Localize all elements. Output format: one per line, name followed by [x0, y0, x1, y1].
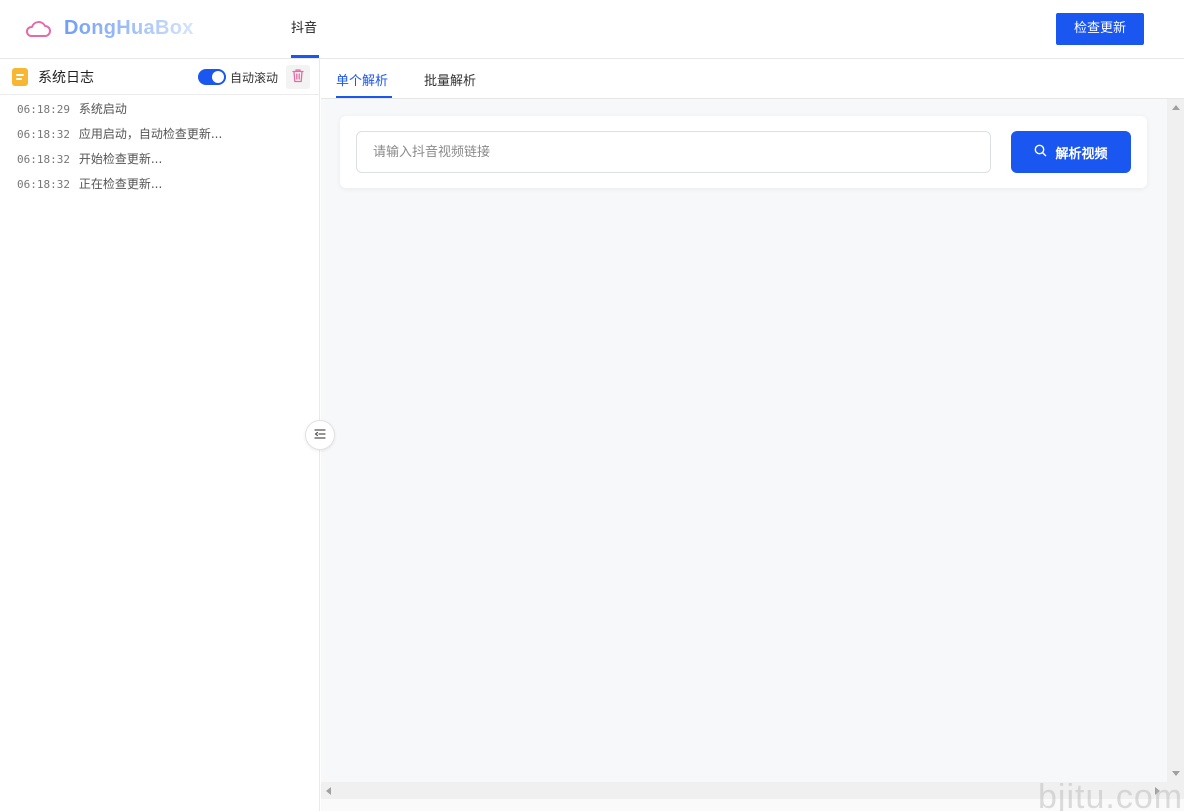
tab-batch-parse[interactable]: 批量解析	[424, 70, 476, 89]
tab-single-parse[interactable]: 单个解析	[336, 70, 388, 89]
log-message: 开始检查更新...	[78, 152, 163, 166]
collapse-panel-button[interactable]	[305, 420, 335, 450]
search-icon	[1034, 144, 1055, 161]
log-time: 06:18:32	[17, 178, 70, 191]
check-update-button[interactable]: 检查更新	[1056, 13, 1144, 45]
cloud-icon	[25, 19, 51, 39]
log-time: 06:18:32	[17, 128, 70, 141]
parse-card: 解析视频	[340, 116, 1147, 188]
scroll-down-arrow[interactable]	[1172, 771, 1180, 776]
log-time: 06:18:32	[17, 153, 70, 166]
parse-video-button[interactable]: 解析视频	[1011, 131, 1131, 173]
auto-scroll-toggle[interactable]	[198, 69, 226, 85]
log-entry: 06:18:32 应用启动，自动检查更新...	[0, 124, 320, 149]
scroll-left-arrow[interactable]	[326, 787, 331, 795]
main-content: 单个解析 批量解析 解析视频	[321, 59, 1184, 811]
log-entry: 06:18:29 系统启动	[0, 99, 320, 124]
log-entry: 06:18:32 正在检查更新...	[0, 174, 320, 199]
collapse-left-icon	[314, 428, 326, 443]
log-list: 06:18:29 系统启动 06:18:32 应用启动，自动检查更新... 06…	[0, 99, 320, 199]
sub-tabs: 单个解析 批量解析	[321, 59, 1184, 99]
tab-indicator	[336, 96, 392, 98]
auto-scroll-label: 自动滚动	[230, 71, 279, 85]
app-header: DongHuaBox 抖音 检查更新	[0, 0, 1184, 59]
log-message: 系统启动	[78, 102, 127, 116]
parse-video-label: 解析视频	[1055, 146, 1108, 162]
log-time: 06:18:29	[17, 103, 70, 116]
scroll-up-arrow[interactable]	[1172, 105, 1180, 110]
log-title: 系统日志	[38, 70, 94, 86]
logo-text: DongHuaBox	[64, 17, 194, 39]
nav-tab-indicator	[291, 55, 319, 58]
document-icon	[12, 68, 28, 86]
trash-icon	[291, 68, 305, 87]
watermark: bjitu.com	[1038, 778, 1184, 811]
vertical-scrollbar[interactable]	[1167, 99, 1184, 782]
video-url-input[interactable]	[356, 131, 991, 173]
clear-log-button[interactable]	[286, 65, 310, 89]
log-message: 正在检查更新...	[78, 177, 163, 191]
toggle-knob	[212, 71, 224, 83]
scroll-area: 解析视频	[321, 99, 1167, 782]
log-panel: 系统日志 自动滚动 06:18:29 系统启动 06:18:32 应用启动，自动…	[0, 59, 320, 811]
nav-tab-douyin[interactable]: 抖音	[291, 0, 317, 59]
log-message: 应用启动，自动检查更新...	[78, 127, 223, 141]
log-entry: 06:18:32 开始检查更新...	[0, 149, 320, 174]
logo: DongHuaBox	[25, 17, 194, 40]
log-header: 系统日志 自动滚动	[0, 59, 320, 95]
